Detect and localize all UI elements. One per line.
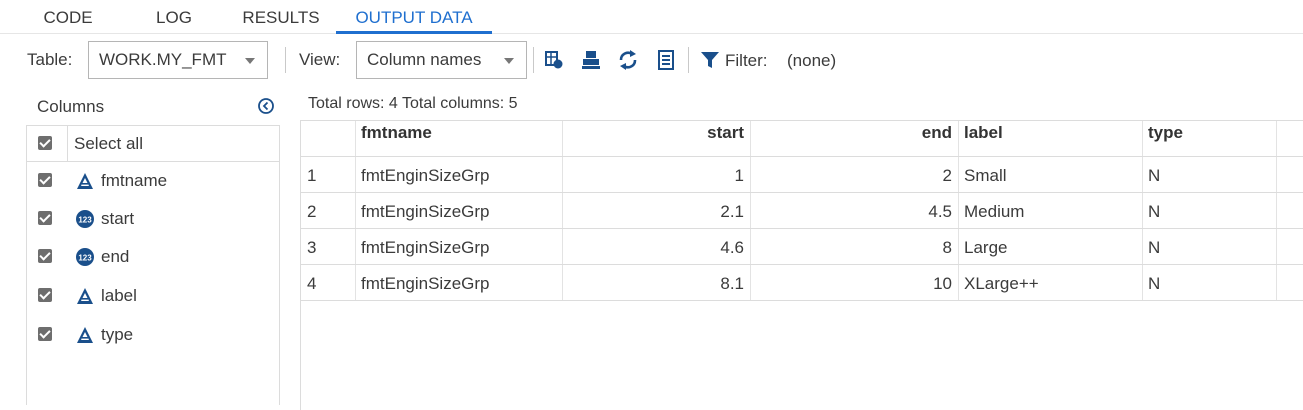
table-row[interactable]: 1 fmtEnginSizeGrp 1 2 Small N <box>301 157 1303 193</box>
column-item[interactable]: 123 start <box>27 201 279 237</box>
cell-type: N <box>1148 238 1161 257</box>
filter-value: (none) <box>787 51 837 70</box>
tab-results[interactable]: RESULTS <box>232 6 330 34</box>
row-number: 1 <box>307 166 317 185</box>
character-type-icon <box>77 173 93 189</box>
view-label: View: <box>299 50 341 69</box>
grid-header-row: fmtname start end label type <box>301 121 1303 157</box>
tab-log[interactable]: LOG <box>136 6 212 34</box>
select-all-label: Select all <box>74 134 143 153</box>
column-checkbox[interactable] <box>38 211 52 225</box>
svg-text:123: 123 <box>78 216 92 225</box>
column-name: fmtname <box>101 171 168 190</box>
table-select[interactable]: WORK.MY_FMT <box>88 41 268 79</box>
svg-text:123: 123 <box>78 254 92 263</box>
cell-label: XLarge++ <box>964 274 1039 293</box>
column-item[interactable]: fmtname <box>27 163 279 199</box>
toolbar-divider <box>285 47 286 73</box>
columns-panel-title: Columns <box>37 97 105 116</box>
column-checkbox[interactable] <box>38 288 52 302</box>
collapse-left-icon[interactable] <box>257 97 275 115</box>
character-type-icon <box>77 288 93 304</box>
cell-start: 4.6 <box>720 238 744 257</box>
column-header-start[interactable]: start <box>562 121 750 157</box>
column-header-type[interactable]: type <box>1142 121 1276 157</box>
grid-summary: Total rows: 4 Total columns: 5 <box>308 95 518 112</box>
cell-end: 8 <box>942 238 952 257</box>
cell-start: 2.1 <box>720 202 744 221</box>
column-checkbox[interactable] <box>38 249 52 263</box>
data-grid: fmtname start end label type 1 fmtEnginS… <box>300 120 1303 410</box>
column-checkbox[interactable] <box>38 173 52 187</box>
table-row[interactable]: 3 fmtEnginSizeGrp 4.6 8 Large N <box>301 229 1303 265</box>
row-number: 2 <box>307 202 317 221</box>
table-select-value: WORK.MY_FMT <box>99 50 227 69</box>
select-all-row[interactable]: Select all <box>27 126 279 162</box>
cell-fmtname: fmtEnginSizeGrp <box>361 202 490 221</box>
refresh-icon[interactable] <box>617 49 639 71</box>
divider <box>67 126 68 162</box>
cell-end: 10 <box>933 274 952 293</box>
column-item[interactable]: label <box>27 278 279 314</box>
cell-type: N <box>1148 274 1161 293</box>
cell-fmtname: fmtEnginSizeGrp <box>361 166 490 185</box>
filter-label[interactable]: Filter: <box>725 51 768 71</box>
column-item[interactable]: type <box>27 317 279 353</box>
cell-label: Medium <box>964 202 1025 221</box>
tab-bar: CODE LOG RESULTS OUTPUT DATA <box>0 0 1303 34</box>
column-item[interactable]: 123 end <box>27 239 279 275</box>
cell-type: N <box>1148 202 1161 221</box>
view-select-value: Column names <box>367 50 482 69</box>
column-name: start <box>101 209 135 228</box>
toolbar-divider <box>688 47 689 73</box>
filter-icon[interactable] <box>699 49 721 71</box>
view-columns-icon[interactable] <box>655 49 677 71</box>
cell-type: N <box>1148 166 1161 185</box>
chevron-down-icon <box>504 58 514 64</box>
cell-label: Small <box>964 166 1007 185</box>
table-properties-icon[interactable] <box>543 49 565 71</box>
tab-code[interactable]: CODE <box>20 6 116 34</box>
cell-end: 4.5 <box>928 202 952 221</box>
table-row[interactable]: 4 fmtEnginSizeGrp 8.1 10 XLarge++ N <box>301 265 1303 301</box>
table-row[interactable]: 2 fmtEnginSizeGrp 2.1 4.5 Medium N <box>301 193 1303 229</box>
column-header-end[interactable]: end <box>750 121 958 157</box>
cell-label: Large <box>964 238 1008 257</box>
cell-start: 8.1 <box>720 274 744 293</box>
chevron-down-icon <box>245 58 255 64</box>
character-type-icon <box>77 327 93 343</box>
column-checkbox[interactable] <box>38 327 52 341</box>
row-number: 4 <box>307 274 317 293</box>
toolbar-divider <box>533 47 534 73</box>
column-name: end <box>101 247 130 266</box>
column-name: type <box>101 325 134 344</box>
column-name: label <box>101 286 137 305</box>
row-number: 3 <box>307 238 317 257</box>
print-icon[interactable] <box>580 49 602 71</box>
cell-fmtname: fmtEnginSizeGrp <box>361 274 490 293</box>
column-header-fmtname[interactable]: fmtname <box>355 121 562 157</box>
tab-output-data[interactable]: OUTPUT DATA <box>336 6 492 34</box>
select-all-checkbox[interactable] <box>38 136 52 150</box>
table-label: Table: <box>27 50 73 69</box>
numeric-type-icon: 123 <box>76 248 94 266</box>
columns-panel: Select all fmtname 123 start 123 end lab… <box>26 125 280 405</box>
column-header-label[interactable]: label <box>958 121 1142 157</box>
cell-fmtname: fmtEnginSizeGrp <box>361 238 490 257</box>
cell-start: 1 <box>734 166 744 185</box>
cell-end: 2 <box>942 166 952 185</box>
numeric-type-icon: 123 <box>76 210 94 228</box>
view-select[interactable]: Column names <box>356 41 527 79</box>
